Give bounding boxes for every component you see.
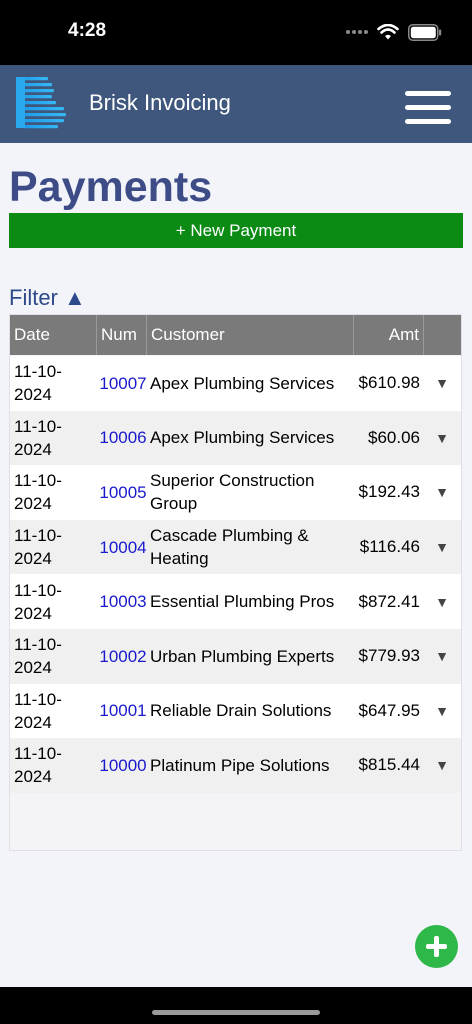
table-row[interactable]: 11-10-2024 10003 Essential Plumbing Pros… [10,574,461,629]
payment-number-link[interactable]: 10007 [98,356,148,411]
status-time: 4:28 [68,20,107,41]
expand-row-icon[interactable]: ▼ [428,411,456,466]
payment-date: 11-10-2024 [14,416,62,459]
payment-number-link[interactable]: 10001 [98,684,148,739]
hamburger-menu-icon[interactable] [405,89,451,125]
new-payment-button[interactable]: + New Payment [9,213,463,248]
battery-icon [408,23,442,41]
payment-date: 11-10-2024 [14,526,62,569]
status-icons [346,22,442,42]
table-body: 11-10-2024 10007 Apex Plumbing Services … [10,356,461,793]
page-title: Payments [9,163,213,211]
expand-row-icon[interactable]: ▼ [428,356,456,411]
payment-amount: $60.06 [368,427,420,447]
app-title: Brisk Invoicing [89,90,231,115]
status-bar: 4:28 [0,0,472,65]
expand-row-icon[interactable]: ▼ [428,629,456,684]
payment-customer: Apex Plumbing Services [150,373,335,393]
payment-customer: Superior Construction Group [150,471,315,514]
payment-amount: $779.93 [358,646,420,666]
payment-date: 11-10-2024 [14,744,62,787]
payment-date: 11-10-2024 [14,635,62,678]
wifi-icon [377,23,399,39]
payment-date: 11-10-2024 [14,471,62,514]
column-header-date[interactable]: Date [10,315,97,355]
expand-row-icon[interactable]: ▼ [428,574,456,629]
expand-row-icon[interactable]: ▼ [428,465,456,520]
payment-customer: Reliable Drain Solutions [150,701,332,721]
payment-amount: $815.44 [358,755,420,775]
table-row[interactable]: 11-10-2024 10007 Apex Plumbing Services … [10,356,461,411]
payment-amount: $192.43 [358,482,420,502]
payment-customer: Cascade Plumbing & Heating [150,526,309,569]
payment-date: 11-10-2024 [14,689,62,732]
table-header: Date Num Customer Amt [10,315,461,355]
filter-toggle[interactable]: Filter ▲ [9,284,86,312]
column-header-amt[interactable]: Amt [354,315,424,355]
payment-customer: Platinum Pipe Solutions [150,755,330,775]
payment-customer: Urban Plumbing Experts [150,646,335,666]
app-header: Brisk Invoicing [0,65,472,143]
payment-date: 11-10-2024 [14,362,62,405]
payment-amount: $647.95 [358,700,420,720]
table-row[interactable]: 11-10-2024 10004 Cascade Plumbing & Heat… [10,519,461,575]
payments-table: Date Num Customer Amt 11-10-2024 10007 A… [9,314,462,851]
payment-customer: Essential Plumbing Pros [150,592,335,612]
table-row[interactable]: 11-10-2024 10002 Urban Plumbing Experts … [10,628,461,684]
payment-date: 11-10-2024 [14,580,62,623]
add-payment-plus-icon[interactable] [415,925,458,968]
payment-number-link[interactable]: 10000 [98,738,148,793]
payment-number-link[interactable]: 10004 [98,520,148,575]
column-header-customer[interactable]: Customer [147,315,354,355]
table-row[interactable]: 11-10-2024 10006 Apex Plumbing Services … [10,410,461,466]
column-header-num[interactable]: Num [97,315,147,355]
payment-amount: $116.46 [359,537,420,557]
column-header-expand [424,315,461,355]
payment-amount: $610.98 [358,373,420,393]
table-row[interactable]: 11-10-2024 10001 Reliable Drain Solution… [10,683,461,739]
payment-number-link[interactable]: 10003 [98,574,148,629]
bottom-bar [0,987,472,1024]
payment-amount: $872.41 [358,591,420,611]
payment-number-link[interactable]: 10002 [98,629,148,684]
table-row[interactable]: 11-10-2024 10000 Platinum Pipe Solutions… [10,738,461,793]
expand-row-icon[interactable]: ▼ [428,520,456,575]
payment-customer: Apex Plumbing Services [150,428,335,448]
table-row[interactable]: 11-10-2024 10005 Superior Construction G… [10,465,461,520]
payment-number-link[interactable]: 10005 [98,465,148,520]
home-indicator [152,1010,320,1015]
cellular-signal-icon [346,30,368,34]
brisk-logo [16,77,66,129]
expand-row-icon[interactable]: ▼ [428,738,456,793]
expand-row-icon[interactable]: ▼ [428,684,456,739]
payment-number-link[interactable]: 10006 [98,411,148,466]
